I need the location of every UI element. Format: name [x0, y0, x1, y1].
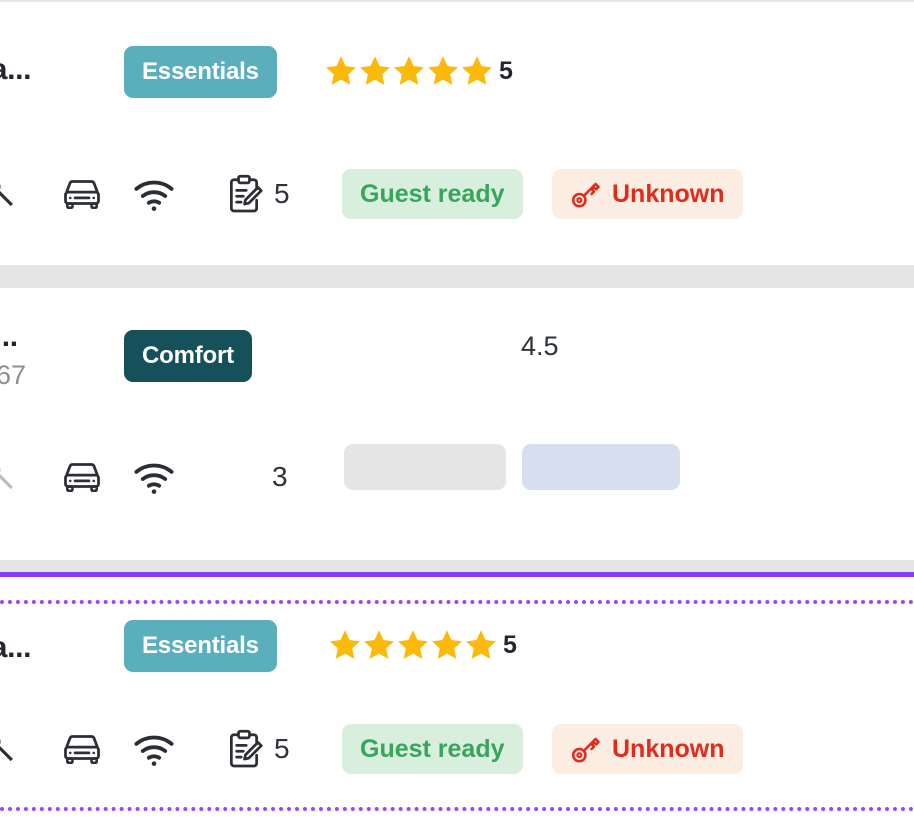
clipboard-pen-icon: [229, 174, 263, 213]
star-icon: [431, 630, 463, 659]
partial-icon: [0, 183, 13, 207]
listing-name: Ma...: [0, 53, 32, 86]
amenity-icons: [0, 172, 176, 216]
rating-value: 5: [503, 630, 517, 659]
rating-stars: 5: [328, 628, 517, 662]
listing-name-cell[interactable]: to... 4567: [0, 320, 126, 391]
task-count-group[interactable]: 3: [272, 463, 288, 491]
key-icon: [571, 737, 600, 763]
car-icon: [64, 463, 100, 493]
task-count: 3: [272, 461, 288, 492]
star-icon: [329, 630, 361, 659]
clipboard-pen-icon: [229, 729, 263, 768]
star-icon: [397, 630, 429, 659]
status-badge-label: Unknown: [612, 734, 725, 763]
selection-outline-bottom: [0, 807, 914, 811]
task-count-group[interactable]: 5: [222, 727, 290, 771]
skeleton-placeholder: [522, 444, 680, 490]
wifi-icon: [134, 463, 174, 494]
star-icon: [363, 630, 395, 659]
listing-name: Ma...: [0, 631, 32, 664]
rating-value: 4.5: [521, 331, 559, 361]
wifi-icon: [134, 735, 174, 766]
car-icon: [64, 735, 100, 765]
task-count: 5: [274, 733, 290, 764]
task-count-group[interactable]: 5: [222, 172, 290, 216]
listing-subtitle: 4567: [0, 360, 27, 390]
plan-badge[interactable]: Essentials: [124, 620, 277, 672]
status-badge-label: Guest ready: [360, 179, 505, 208]
rating-value: 5: [499, 56, 513, 85]
star-icon: [427, 56, 459, 85]
car-icon: [64, 180, 100, 210]
status-badge-unknown[interactable]: Unknown: [552, 169, 743, 219]
row-separator: [0, 265, 914, 288]
star-icon: [461, 56, 493, 85]
listing-name-cell[interactable]: Ma...: [0, 620, 116, 676]
top-divider: [0, 0, 914, 2]
plan-badge[interactable]: Comfort: [124, 330, 252, 382]
drop-indicator: [0, 572, 914, 577]
status-badge-label: Guest ready: [360, 734, 505, 763]
skeleton-placeholder: [344, 444, 506, 490]
star-icon: [393, 56, 425, 85]
star-icon: [325, 56, 357, 85]
listing-table-viewport: Ma... Essentials 5: [0, 0, 914, 836]
listing-row-selected[interactable]: Ma... Essentials 5: [0, 582, 914, 836]
status-badge-guest-ready[interactable]: Guest ready: [342, 169, 523, 219]
listing-name-cell[interactable]: Ma...: [0, 42, 116, 98]
wifi-icon: [134, 180, 174, 211]
plan-badge[interactable]: Essentials: [124, 46, 277, 98]
listing-row[interactable]: Ma... Essentials 5: [0, 4, 914, 265]
status-badge-label: Unknown: [612, 179, 725, 208]
rating-stars: 5: [324, 54, 513, 88]
star-icon: [465, 630, 497, 659]
partial-icon: [0, 466, 13, 490]
amenity-icons: [0, 727, 176, 771]
status-badge-unknown[interactable]: Unknown: [552, 724, 743, 774]
star-icon: [359, 56, 391, 85]
status-badge-guest-ready[interactable]: Guest ready: [342, 724, 523, 774]
selection-outline-top: [0, 600, 914, 604]
amenity-icons: [0, 455, 176, 499]
partial-icon: [0, 738, 13, 762]
key-icon: [571, 182, 600, 208]
task-count: 5: [274, 178, 290, 209]
listing-name: to...: [0, 320, 18, 353]
row-separator: [0, 560, 914, 572]
listing-row[interactable]: to... 4567 Comfort 4.5: [0, 288, 914, 560]
